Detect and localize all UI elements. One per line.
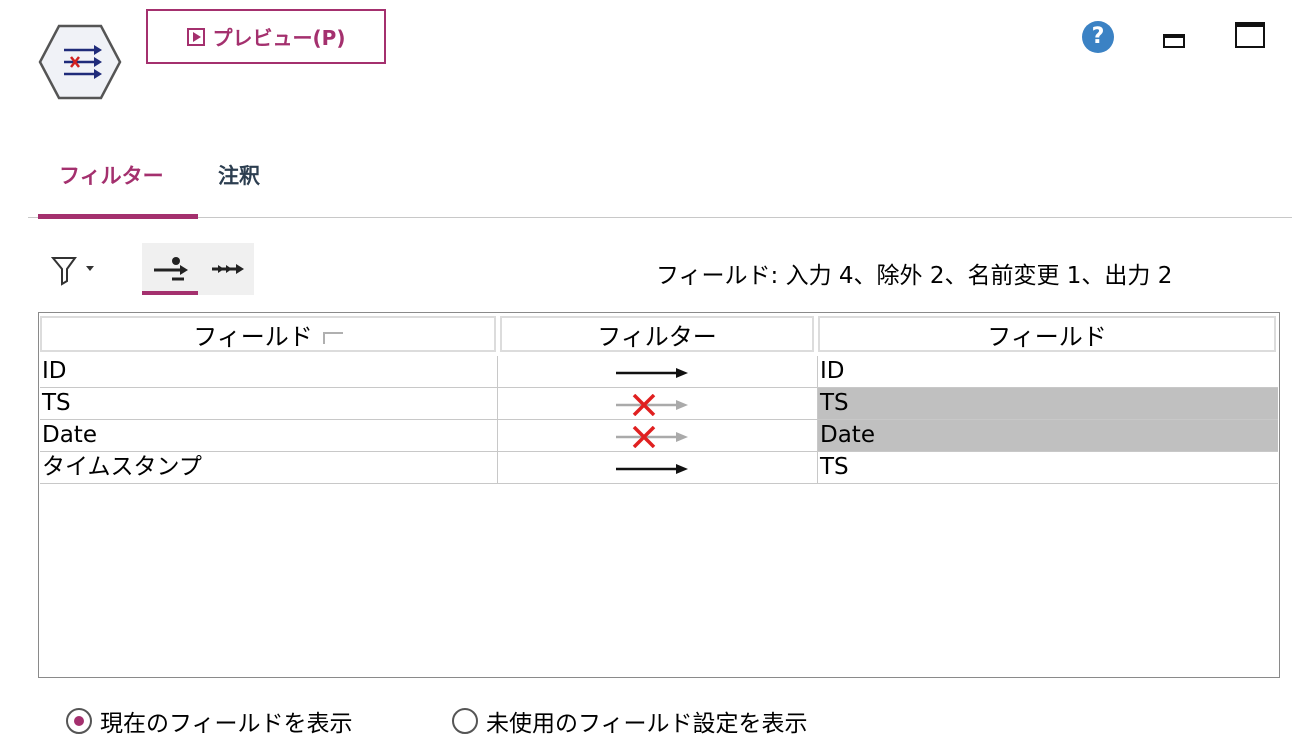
filter-options-button[interactable] (50, 254, 98, 286)
input-field-cell[interactable]: TS (40, 388, 498, 420)
output-field-cell[interactable]: ID (818, 356, 1278, 388)
input-field-cell[interactable]: タイムスタンプ (40, 452, 498, 484)
remove-x-icon (616, 426, 688, 448)
field-view-button[interactable] (142, 243, 198, 295)
active-tab-indicator (38, 214, 198, 219)
maximize-icon[interactable] (1235, 22, 1265, 48)
flow-arrows-icon (212, 264, 244, 274)
output-field-cell[interactable]: TS (818, 452, 1278, 484)
radio-unselected-icon[interactable] (452, 708, 478, 734)
filter-node-icon (38, 24, 122, 100)
field-view-active-indicator (142, 291, 198, 295)
flow-view-button[interactable] (198, 243, 254, 295)
output-field-cell[interactable]: TS (818, 388, 1278, 420)
column-header-label: フィルター (597, 322, 717, 351)
field-summary: フィールド: 入力 4、除外 2、名前変更 1、出力 2 (656, 263, 1173, 289)
filter-toggle-cell[interactable] (498, 420, 818, 452)
help-icon[interactable]: ? (1082, 21, 1114, 53)
tabs-divider (28, 217, 1292, 218)
column-header-output-field[interactable]: フィールド (818, 316, 1276, 352)
filter-toggle-cell[interactable] (498, 356, 818, 388)
radio-label: 現在のフィールドを表示 (100, 711, 353, 737)
show-unused-settings-option[interactable]: 未使用のフィールド設定を表示 (452, 704, 808, 738)
field-arrows-icon (154, 257, 188, 281)
filter-toggle-cell[interactable] (498, 388, 818, 420)
table-row[interactable]: タイムスタンプ TS (40, 452, 1278, 484)
column-header-input-field[interactable]: フィールド (40, 316, 496, 352)
minimize-icon[interactable] (1163, 34, 1185, 48)
pass-arrow-icon (616, 368, 688, 378)
table-row[interactable]: ID ID (40, 356, 1278, 388)
tab-annotation[interactable]: 注釈 (218, 160, 260, 190)
pass-arrow-icon (616, 464, 688, 474)
column-header-label: フィールド (193, 322, 313, 351)
play-icon (186, 27, 205, 46)
tab-filter[interactable]: フィルター (59, 160, 164, 190)
input-field-cell[interactable]: Date (40, 420, 498, 452)
output-field-cell[interactable]: Date (818, 420, 1278, 452)
show-current-fields-option[interactable]: 現在のフィールドを表示 (66, 704, 353, 738)
table-row[interactable]: TS TS (40, 388, 1278, 420)
preview-label: プレビュー(P) (212, 26, 346, 50)
preview-button[interactable]: プレビュー(P) (146, 9, 386, 64)
filter-funnel-icon (50, 257, 94, 286)
remove-x-icon (616, 394, 688, 416)
column-header-label: フィールド (987, 322, 1107, 351)
radio-selected-icon[interactable] (66, 708, 92, 734)
column-header-filter[interactable]: フィルター (500, 316, 814, 352)
table-row[interactable]: Date Date (40, 420, 1278, 452)
filter-toggle-cell[interactable] (498, 452, 818, 484)
input-field-cell[interactable]: ID (40, 356, 498, 388)
sort-icon (322, 332, 343, 344)
radio-label: 未使用のフィールド設定を表示 (486, 711, 808, 737)
